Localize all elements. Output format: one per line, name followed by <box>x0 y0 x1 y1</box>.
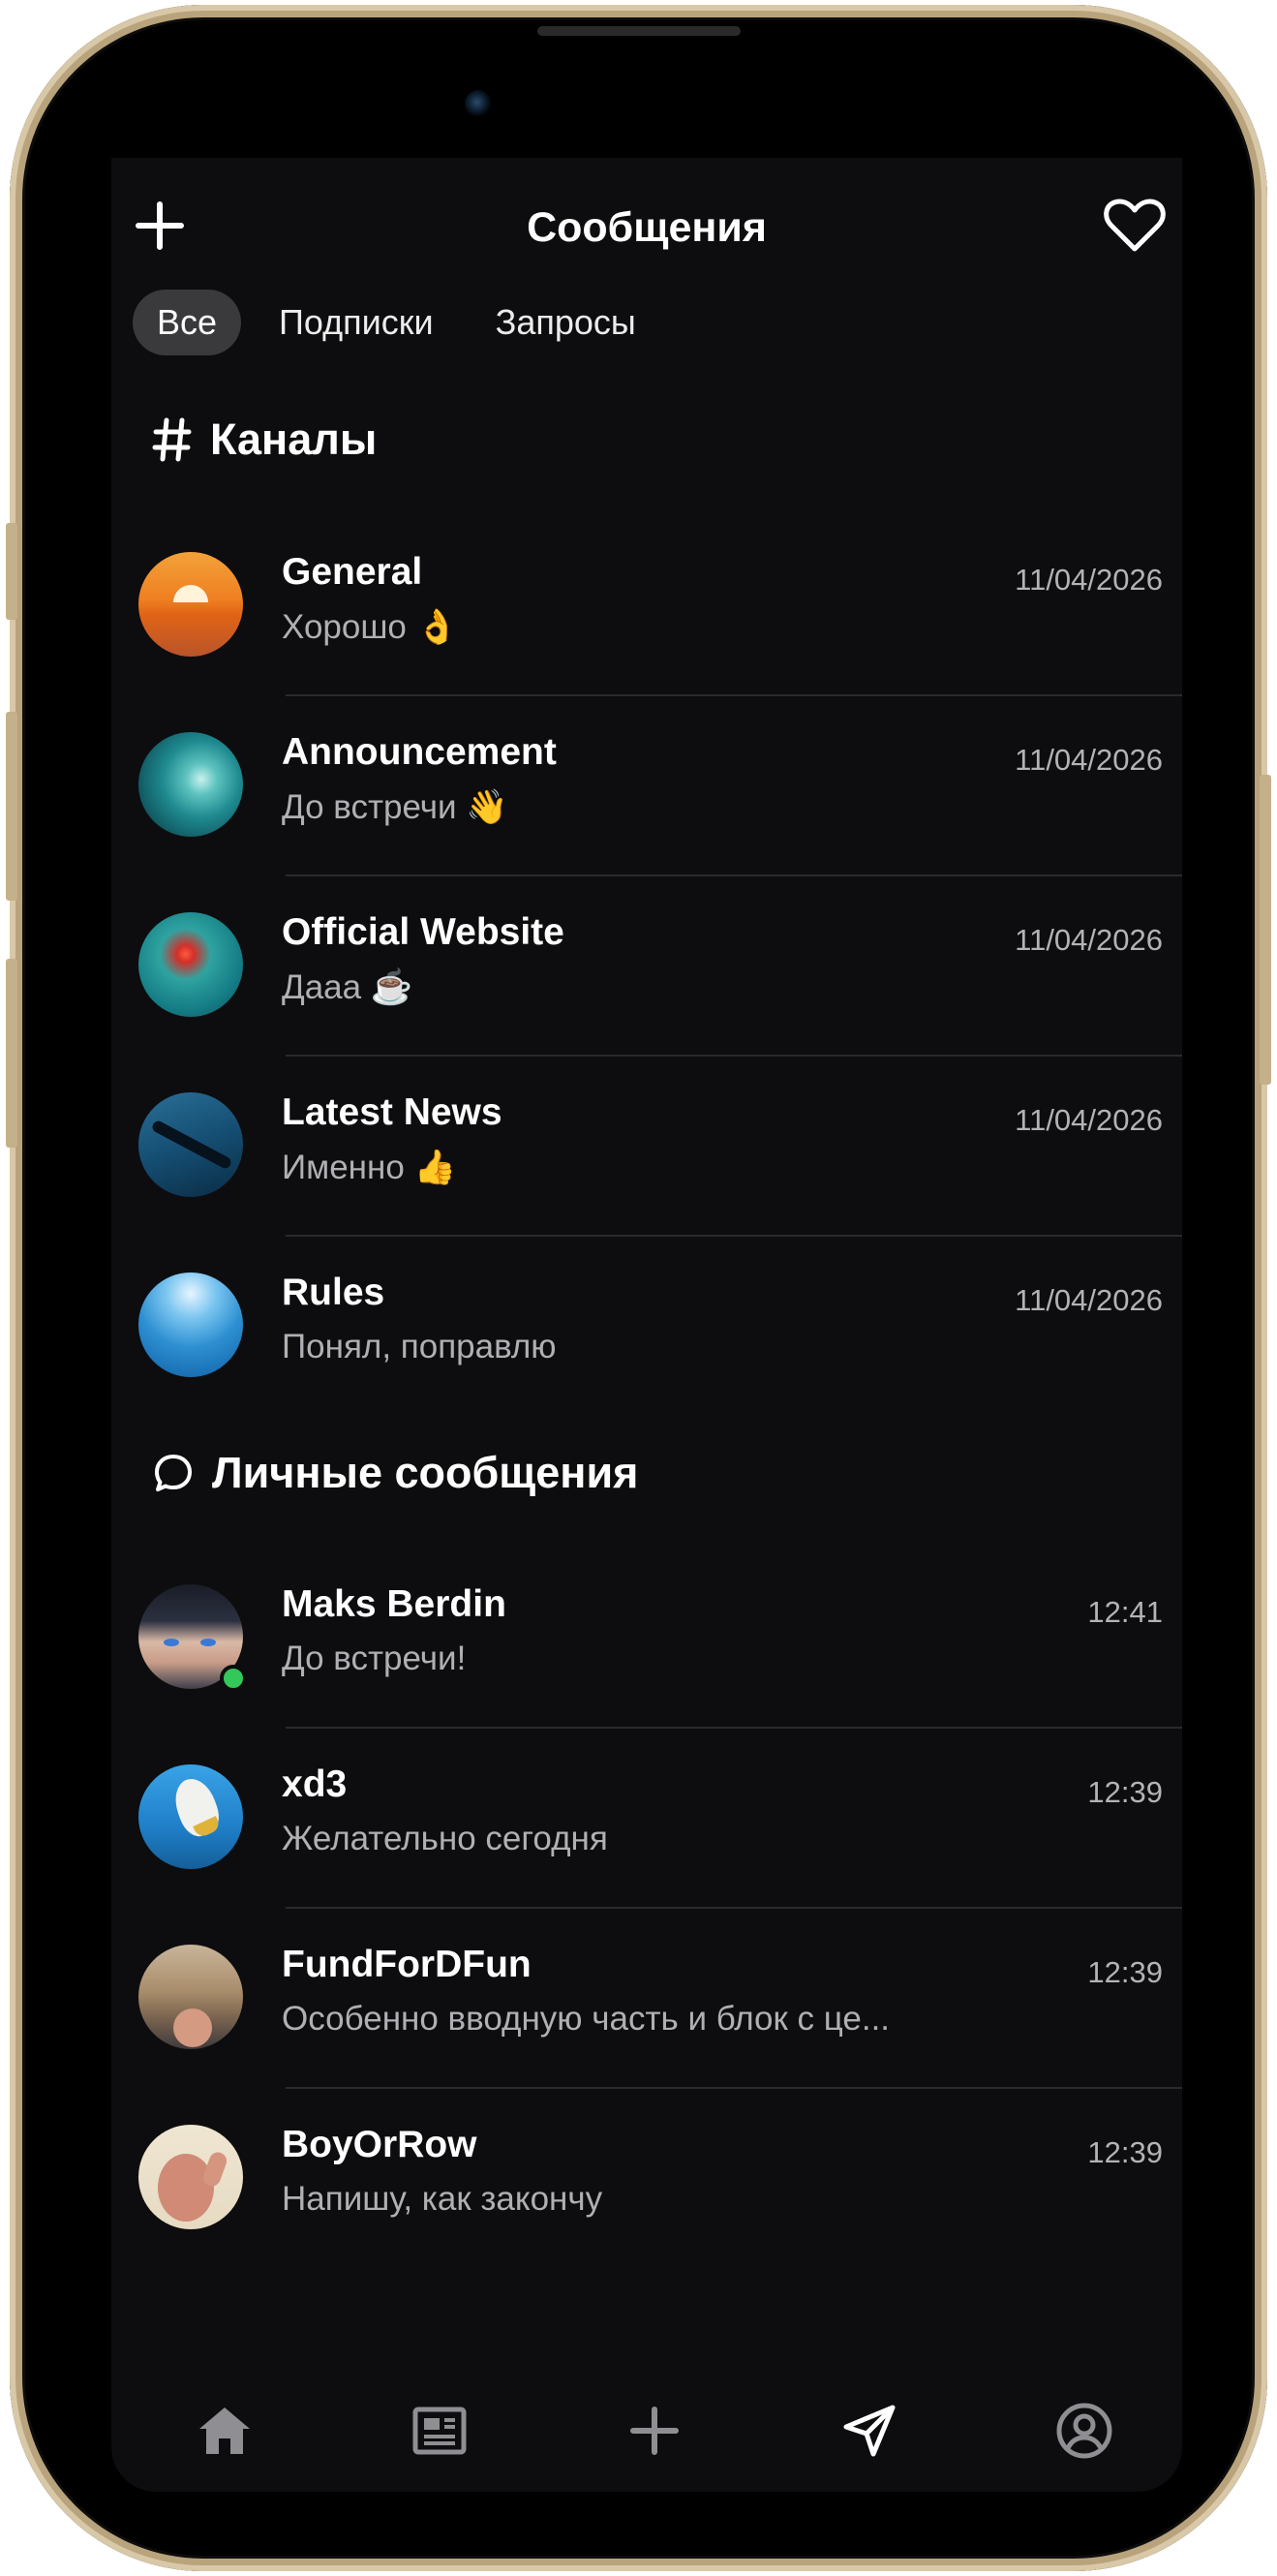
channel-name: Announcement <box>282 731 557 773</box>
plus-icon <box>630 2407 679 2455</box>
chat-bubble-icon <box>155 1455 192 1491</box>
tab-all[interactable]: Все <box>133 290 242 355</box>
page-title: Сообщения <box>527 204 767 251</box>
avatar <box>138 552 243 657</box>
heart-icon <box>1104 199 1166 252</box>
timestamp: 11/04/2026 <box>1015 1103 1163 1137</box>
timestamp: 11/04/2026 <box>1015 563 1163 597</box>
header: Сообщения <box>111 158 1182 280</box>
tab-subscriptions[interactable]: Подписки <box>255 290 458 355</box>
news-icon <box>412 2407 467 2455</box>
last-message: Именно 👍 <box>282 1149 457 1186</box>
dm-section-header: Личные сообщения <box>152 1439 638 1507</box>
nav-home[interactable] <box>171 2377 278 2484</box>
channel-name: Rules <box>282 1272 385 1313</box>
channel-row-announcement[interactable]: Announcement До встречи 👋 11/04/2026 <box>111 696 1182 876</box>
last-message: Напишу, как закончу <box>282 2180 603 2218</box>
contact-name: xd3 <box>282 1763 348 1805</box>
section-title: Каналы <box>210 414 378 464</box>
side-button-volume-up <box>6 712 17 901</box>
contact-name: BoyOrRow <box>282 2124 477 2165</box>
avatar <box>138 2125 243 2229</box>
avatar <box>138 1273 243 1377</box>
avatar <box>138 1092 243 1197</box>
timestamp: 11/04/2026 <box>1015 743 1163 777</box>
hash-icon <box>152 417 192 462</box>
timestamp: 12:39 <box>1087 1955 1163 1989</box>
channel-name: Official Website <box>282 911 564 953</box>
dm-row-boyorrow[interactable]: BoyOrRow Напишу, как закончу 12:39 <box>111 2089 1182 2269</box>
channel-name: Latest News <box>282 1091 502 1133</box>
channel-row-general[interactable]: General Хорошо 👌 11/04/2026 <box>111 516 1182 696</box>
nav-news[interactable] <box>386 2377 493 2484</box>
last-message: Хорошо 👌 <box>282 608 459 646</box>
section-title: Личные сообщения <box>212 1448 639 1497</box>
timestamp: 12:41 <box>1087 1595 1163 1629</box>
dynamic-island <box>441 63 857 168</box>
paper-plane-icon <box>843 2405 896 2457</box>
home-icon <box>199 2407 250 2454</box>
side-button-silent <box>6 523 17 620</box>
favorites-button[interactable] <box>1103 197 1166 255</box>
avatar <box>138 1764 243 1869</box>
timestamp: 11/04/2026 <box>1015 923 1163 957</box>
last-message: До встречи 👋 <box>282 788 508 826</box>
last-message: До встречи! <box>282 1640 467 1677</box>
dm-row-fundfordfun[interactable]: FundForDFun Особенно вводную часть и бло… <box>111 1909 1182 2089</box>
dm-row-maks-berdin[interactable]: Maks Berdin До встречи! 12:41 <box>111 1549 1182 1729</box>
side-button-power <box>1260 775 1271 1085</box>
timestamp: 12:39 <box>1087 2135 1163 2169</box>
nav-messages[interactable] <box>816 2377 923 2484</box>
timestamp: 11/04/2026 <box>1015 1283 1163 1317</box>
front-camera <box>465 90 492 117</box>
filter-tabs: Все Подписки Запросы <box>133 290 674 355</box>
channel-row-official-website[interactable]: Official Website Дааа ☕ 11/04/2026 <box>111 876 1182 1057</box>
avatar <box>138 732 243 837</box>
channels-section-header: Каналы <box>152 406 377 474</box>
avatar <box>138 912 243 1017</box>
dm-row-xd3[interactable]: xd3 Желательно сегодня 12:39 <box>111 1729 1182 1909</box>
online-status-indicator <box>220 1665 247 1692</box>
side-button-volume-down <box>6 959 17 1148</box>
last-message: Дааа ☕ <box>282 968 413 1006</box>
contact-name: FundForDFun <box>282 1944 532 1985</box>
channel-row-rules[interactable]: Rules Понял, поправлю 11/04/2026 <box>111 1237 1182 1417</box>
phone-frame: Сообщения Все Подписки Запросы Каналы Ge… <box>6 5 1271 2571</box>
timestamp: 12:39 <box>1087 1775 1163 1809</box>
last-message: Понял, поправлю <box>282 1328 557 1365</box>
last-message: Особенно вводную часть и блок с це... <box>282 2000 891 2038</box>
messages-screen: Сообщения Все Подписки Запросы Каналы Ge… <box>111 158 1182 2492</box>
contact-name: Maks Berdin <box>282 1583 506 1625</box>
nav-profile[interactable] <box>1031 2377 1138 2484</box>
avatar <box>138 1945 243 2049</box>
bottom-tab-bar <box>111 2377 1182 2484</box>
last-message: Желательно сегодня <box>282 1820 608 1857</box>
nav-create[interactable] <box>601 2377 708 2484</box>
channel-row-latest-news[interactable]: Latest News Именно 👍 11/04/2026 <box>111 1057 1182 1237</box>
tab-requests[interactable]: Запросы <box>471 290 660 355</box>
channel-name: General <box>282 551 423 593</box>
profile-icon <box>1056 2403 1112 2459</box>
